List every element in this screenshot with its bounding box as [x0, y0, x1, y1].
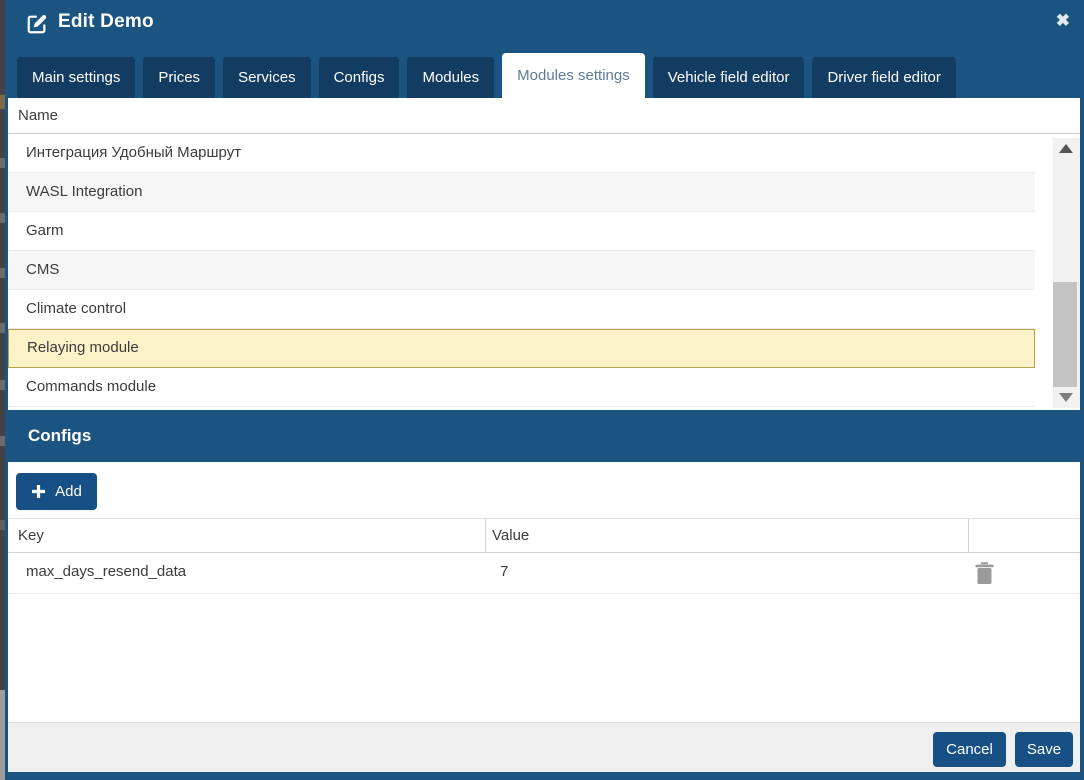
modal-footer: Cancel Save: [8, 722, 1080, 772]
scroll-up-icon[interactable]: [1059, 144, 1073, 153]
list-item-cms[interactable]: CMS: [8, 251, 1035, 290]
list-item-garm[interactable]: Garm: [8, 212, 1035, 251]
config-table-row: max_days_resend_data 7: [8, 554, 1080, 594]
tab-vehicle-field-editor[interactable]: Vehicle field editor: [653, 57, 805, 98]
add-button-label: Add: [55, 483, 82, 500]
list-item-relaying-module[interactable]: Relaying module: [8, 329, 1035, 368]
delete-config-button[interactable]: [971, 561, 997, 587]
tab-configs[interactable]: Configs: [319, 57, 400, 98]
tab-services[interactable]: Services: [223, 57, 311, 98]
save-button[interactable]: Save: [1015, 732, 1073, 767]
list-item-wasl-integration[interactable]: WASL Integration: [8, 173, 1035, 212]
tab-modules[interactable]: Modules: [407, 57, 494, 98]
config-value-cell: 7: [500, 563, 508, 580]
edit-icon: [26, 13, 48, 35]
column-header-value: Value: [485, 519, 968, 552]
column-header-key: Key: [8, 519, 485, 552]
column-header-actions: [968, 519, 1080, 552]
tab-content: Name Интеграция Удобный Маршрут WASL Int…: [8, 98, 1080, 772]
list-item-integration-udobny-marshrut[interactable]: Интеграция Удобный Маршрут: [8, 134, 1035, 173]
add-config-button[interactable]: Add: [16, 473, 97, 510]
configs-section-header: Configs: [8, 410, 1080, 462]
list-item-climate-control[interactable]: Climate control: [8, 290, 1035, 329]
close-icon[interactable]: ✖: [1056, 10, 1070, 32]
scrollbar-thumb[interactable]: [1053, 282, 1077, 387]
config-key-cell: max_days_resend_data: [26, 563, 186, 580]
modal-titlebar: Edit Demo ✖: [5, 0, 1084, 57]
tab-driver-field-editor[interactable]: Driver field editor: [812, 57, 955, 98]
module-list-header: Name: [8, 98, 1080, 134]
module-list: Интеграция Удобный Маршрут WASL Integrat…: [8, 134, 1035, 407]
list-item-commands-module[interactable]: Commands module: [8, 368, 1035, 407]
tab-main-settings[interactable]: Main settings: [17, 57, 135, 98]
cancel-button[interactable]: Cancel: [933, 732, 1006, 767]
config-table-header: Key Value: [8, 518, 1080, 553]
screen: Edit Demo ✖ Main settings Prices Service…: [0, 0, 1084, 780]
scroll-down-icon[interactable]: [1059, 393, 1073, 402]
modal-title: Edit Demo: [58, 11, 154, 33]
list-scrollbar[interactable]: [1053, 138, 1080, 408]
trash-icon: [975, 573, 994, 588]
edit-modal: Edit Demo ✖ Main settings Prices Service…: [5, 0, 1084, 780]
tab-modules-settings[interactable]: Modules settings: [502, 53, 645, 98]
plus-icon: [31, 484, 46, 499]
tab-prices[interactable]: Prices: [143, 57, 215, 98]
tab-bar: Main settings Prices Services Configs Mo…: [17, 57, 956, 98]
